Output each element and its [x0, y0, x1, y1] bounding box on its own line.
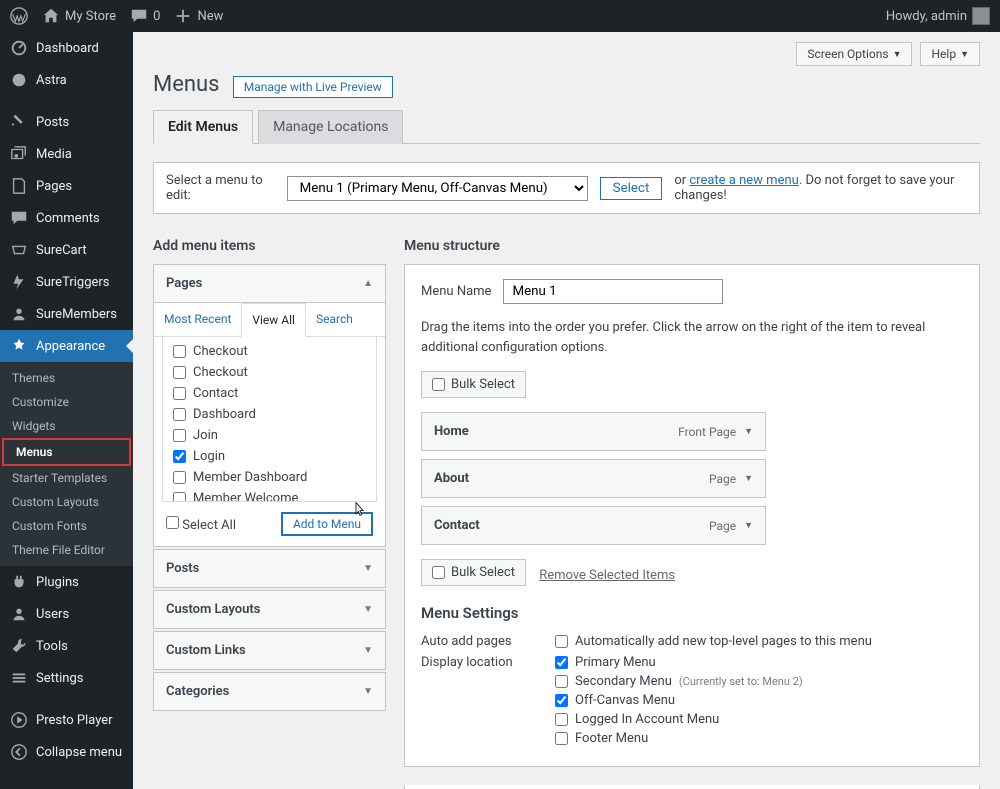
sub-custom-fonts[interactable]: Custom Fonts [0, 514, 133, 538]
accordion-pages: Pages▲ Most Recent View All Search Check… [153, 264, 386, 547]
page-checkbox-item[interactable]: Dashboard [173, 404, 376, 425]
menu-item[interactable]: AboutPage▼ [421, 459, 766, 498]
nav-appearance[interactable]: Appearance [0, 330, 133, 362]
bulk-select-top[interactable]: Bulk Select [421, 371, 526, 398]
admin-sidebar: Dashboard Astra Posts Media Pages Commen… [0, 32, 133, 789]
accordion-custom-links-header[interactable]: Custom Links▼ [154, 632, 385, 669]
nav-pages[interactable]: Pages [0, 170, 133, 202]
location-checkbox[interactable]: Secondary Menu (Currently set to: Menu 2… [555, 674, 803, 689]
location-checkbox[interactable]: Footer Menu [555, 731, 803, 746]
accordion-pages-header[interactable]: Pages▲ [154, 265, 385, 303]
pages-list[interactable]: Checkout Checkout Contact Dashboard Join… [162, 337, 377, 502]
howdy-account[interactable]: Howdy, admin [886, 7, 990, 25]
nav-settings[interactable]: Settings [0, 662, 133, 694]
chevron-up-icon: ▲ [363, 278, 373, 289]
accordion-posts: Posts▼ [153, 549, 386, 588]
sub-customize[interactable]: Customize [0, 390, 133, 414]
nav-surecart[interactable]: SureCart [0, 234, 133, 266]
site-home[interactable]: My Store [42, 7, 116, 25]
sub-widgets[interactable]: Widgets [0, 414, 133, 438]
new-content[interactable]: New [174, 7, 223, 25]
nav-astra[interactable]: Astra [0, 64, 133, 96]
nav-comments[interactable]: Comments [0, 202, 133, 234]
drag-help-text: Drag the items into the order you prefer… [421, 318, 963, 357]
sub-custom-layouts[interactable]: Custom Layouts [0, 490, 133, 514]
nav-dashboard[interactable]: Dashboard [0, 32, 133, 64]
appearance-submenu: Themes Customize Widgets Menus Starter T… [0, 362, 133, 566]
menu-name-label: Menu Name [421, 284, 491, 299]
page-checkbox-item[interactable]: Member Dashboard [173, 467, 376, 488]
chevron-down-icon: ▼ [363, 645, 373, 656]
tab-edit-menus[interactable]: Edit Menus [153, 110, 253, 144]
nav-suremembers[interactable]: SureMembers [0, 298, 133, 330]
help-button[interactable]: Help ▼ [920, 42, 980, 66]
sub-themes[interactable]: Themes [0, 366, 133, 390]
page-checkbox-item[interactable]: Checkout [173, 341, 376, 362]
select-all-checkbox[interactable] [166, 516, 179, 529]
page-checkbox-item[interactable]: Contact [173, 383, 376, 404]
comments-bubble[interactable]: 0 [130, 7, 160, 25]
chevron-down-icon: ▼ [744, 520, 753, 531]
nav-users[interactable]: Users [0, 598, 133, 630]
nav-posts[interactable]: Posts [0, 106, 133, 138]
accordion-categories: Categories▼ [153, 672, 386, 711]
location-checkbox[interactable]: Primary Menu [555, 655, 803, 670]
chevron-down-icon: ▼ [363, 686, 373, 697]
chevron-down-icon: ▼ [744, 426, 753, 437]
subtab-search[interactable]: Search [306, 303, 363, 336]
location-checkbox[interactable]: Logged In Account Menu [555, 712, 803, 727]
site-name: My Store [65, 9, 116, 24]
page-checkbox-item[interactable]: Join [173, 425, 376, 446]
accordion-posts-header[interactable]: Posts▼ [154, 550, 385, 587]
add-items-heading: Add menu items [153, 238, 386, 254]
menu-item[interactable]: HomeFront Page▼ [421, 412, 766, 451]
menu-select-bar: Select a menu to edit: Menu 1 (Primary M… [153, 162, 980, 214]
chevron-down-icon: ▼ [363, 563, 373, 574]
page-checkbox-item[interactable]: Checkout [173, 362, 376, 383]
accordion-custom-layouts-header[interactable]: Custom Layouts▼ [154, 591, 385, 628]
accordion-categories-header[interactable]: Categories▼ [154, 673, 385, 710]
auto-add-label: Auto add pages [421, 634, 531, 649]
create-new-menu-link[interactable]: create a new menu [689, 173, 798, 188]
subtab-most-recent[interactable]: Most Recent [154, 303, 241, 336]
page-checkbox-item[interactable]: Login [173, 446, 376, 467]
nav-suretriggers[interactable]: SureTriggers [0, 266, 133, 298]
nav-collapse[interactable]: Collapse menu [0, 736, 133, 768]
accordion-custom-links: Custom Links▼ [153, 631, 386, 670]
manage-live-preview-button[interactable]: Manage with Live Preview [233, 76, 393, 98]
screen-options-button[interactable]: Screen Options ▼ [796, 42, 912, 66]
menu-select[interactable]: Menu 1 (Primary Menu, Off-Canvas Menu) [287, 176, 588, 201]
page-checkbox-item[interactable]: Member Welcome [173, 488, 376, 502]
chevron-down-icon: ▼ [893, 49, 902, 60]
chevron-down-icon: ▼ [363, 604, 373, 615]
sub-starter-templates[interactable]: Starter Templates [0, 466, 133, 490]
auto-add-checkbox-label[interactable]: Automatically add new top-level pages to… [555, 634, 872, 649]
accordion-custom-layouts: Custom Layouts▼ [153, 590, 386, 629]
location-checkbox[interactable]: Off-Canvas Menu [555, 693, 803, 708]
sub-menus[interactable]: Menus [2, 438, 131, 466]
menu-name-input[interactable] [503, 279, 723, 304]
select-all-label[interactable]: Select All [166, 516, 236, 533]
select-menu-label: Select a menu to edit: [166, 173, 275, 203]
menu-structure-heading: Menu structure [404, 238, 980, 254]
menu-settings-heading: Menu Settings [421, 604, 963, 622]
tab-manage-locations[interactable]: Manage Locations [258, 110, 403, 144]
sub-theme-file-editor[interactable]: Theme File Editor [0, 538, 133, 562]
remove-selected-link[interactable]: Remove Selected Items [539, 568, 675, 583]
nav-plugins[interactable]: Plugins [0, 566, 133, 598]
add-to-menu-button[interactable]: Add to Menu [281, 512, 373, 536]
subtab-view-all[interactable]: View All [241, 303, 306, 337]
select-button[interactable]: Select [600, 177, 663, 200]
page-title: Menus [153, 72, 220, 97]
chevron-down-icon: ▼ [744, 473, 753, 484]
bulk-select-bottom[interactable]: Bulk Select [421, 559, 526, 586]
nav-presto-player[interactable]: Presto Player [0, 704, 133, 736]
nav-tools[interactable]: Tools [0, 630, 133, 662]
nav-media[interactable]: Media [0, 138, 133, 170]
display-location-label: Display location [421, 655, 531, 746]
menu-item[interactable]: ContactPage▼ [421, 506, 766, 545]
chevron-down-icon: ▼ [960, 49, 969, 60]
wp-logo[interactable] [10, 7, 28, 25]
avatar [972, 7, 990, 25]
